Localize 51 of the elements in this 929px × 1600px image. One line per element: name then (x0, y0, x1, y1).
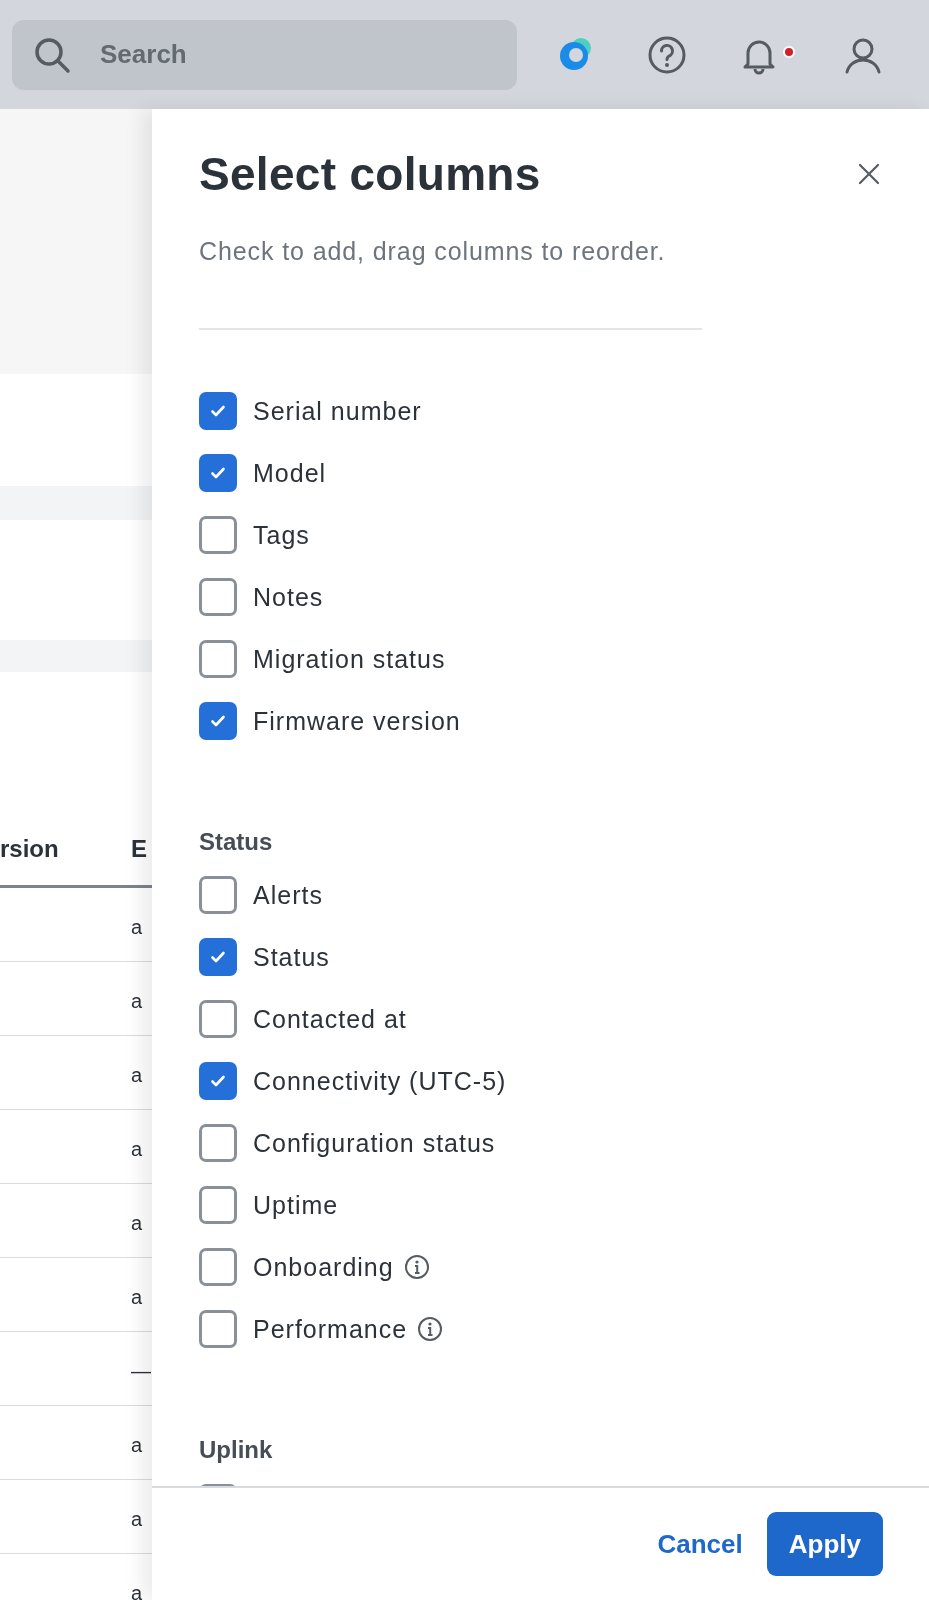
column-option: Uptime (253, 1190, 339, 1220)
column-option: Connectivity (UTC-5) (253, 1066, 507, 1096)
checkbox[interactable] (199, 392, 237, 430)
table-cell: a (131, 1434, 143, 1457)
column-option: Alerts (253, 880, 323, 910)
close-icon[interactable] (857, 162, 881, 186)
checkbox[interactable] (199, 1062, 237, 1100)
column-option: Model (253, 458, 327, 488)
checkbox[interactable] (199, 1248, 237, 1286)
column-option: Configuration status (253, 1128, 496, 1158)
checkbox[interactable] (199, 640, 237, 678)
column-option: Firmware version (253, 706, 461, 736)
group-heading: Status (199, 828, 274, 857)
column-option: Migration status (253, 644, 446, 674)
checkbox[interactable] (199, 1310, 237, 1348)
checkbox[interactable] (199, 1124, 237, 1162)
checkbox[interactable] (199, 578, 237, 616)
checkbox[interactable] (199, 454, 237, 492)
column-header: E (131, 835, 147, 863)
checkbox[interactable] (199, 516, 237, 554)
apply-button[interactable]: Apply (766, 1512, 883, 1576)
table-cell: a (131, 1064, 143, 1087)
checkbox[interactable] (199, 702, 237, 740)
column-header: rsion (0, 835, 60, 863)
column-option: Contacted at (253, 1004, 407, 1034)
table-cell: — (131, 1360, 151, 1383)
help-icon[interactable] (647, 34, 687, 75)
column-option: Status (253, 942, 330, 972)
search-field[interactable]: Search (12, 19, 517, 90)
info-icon[interactable] (403, 1254, 430, 1280)
table-cell: a (131, 1212, 143, 1235)
checkbox[interactable] (199, 938, 237, 976)
checkbox[interactable] (199, 1186, 237, 1224)
column-option: Notes (253, 582, 324, 612)
panel-title: Select columns (199, 147, 541, 201)
group-heading: Uplink (199, 1436, 274, 1465)
table-cell: a (131, 916, 143, 939)
checkbox[interactable] (199, 876, 237, 914)
table-cell: a (131, 1508, 143, 1531)
panel-subtitle: Check to add, drag columns to reorder. (199, 237, 667, 266)
column-option: Serial number (253, 396, 422, 426)
info-icon[interactable] (417, 1316, 444, 1342)
table-cell: a (131, 1286, 143, 1309)
column-option: Onboarding (253, 1252, 394, 1282)
column-option: Performance (253, 1314, 408, 1344)
checkbox[interactable] (199, 1000, 237, 1038)
table-cell: a (131, 1582, 143, 1600)
table-cell: a (131, 990, 143, 1013)
column-option: Tags (253, 520, 310, 550)
cancel-button[interactable]: Cancel (657, 1520, 743, 1568)
table-cell: a (131, 1138, 143, 1161)
